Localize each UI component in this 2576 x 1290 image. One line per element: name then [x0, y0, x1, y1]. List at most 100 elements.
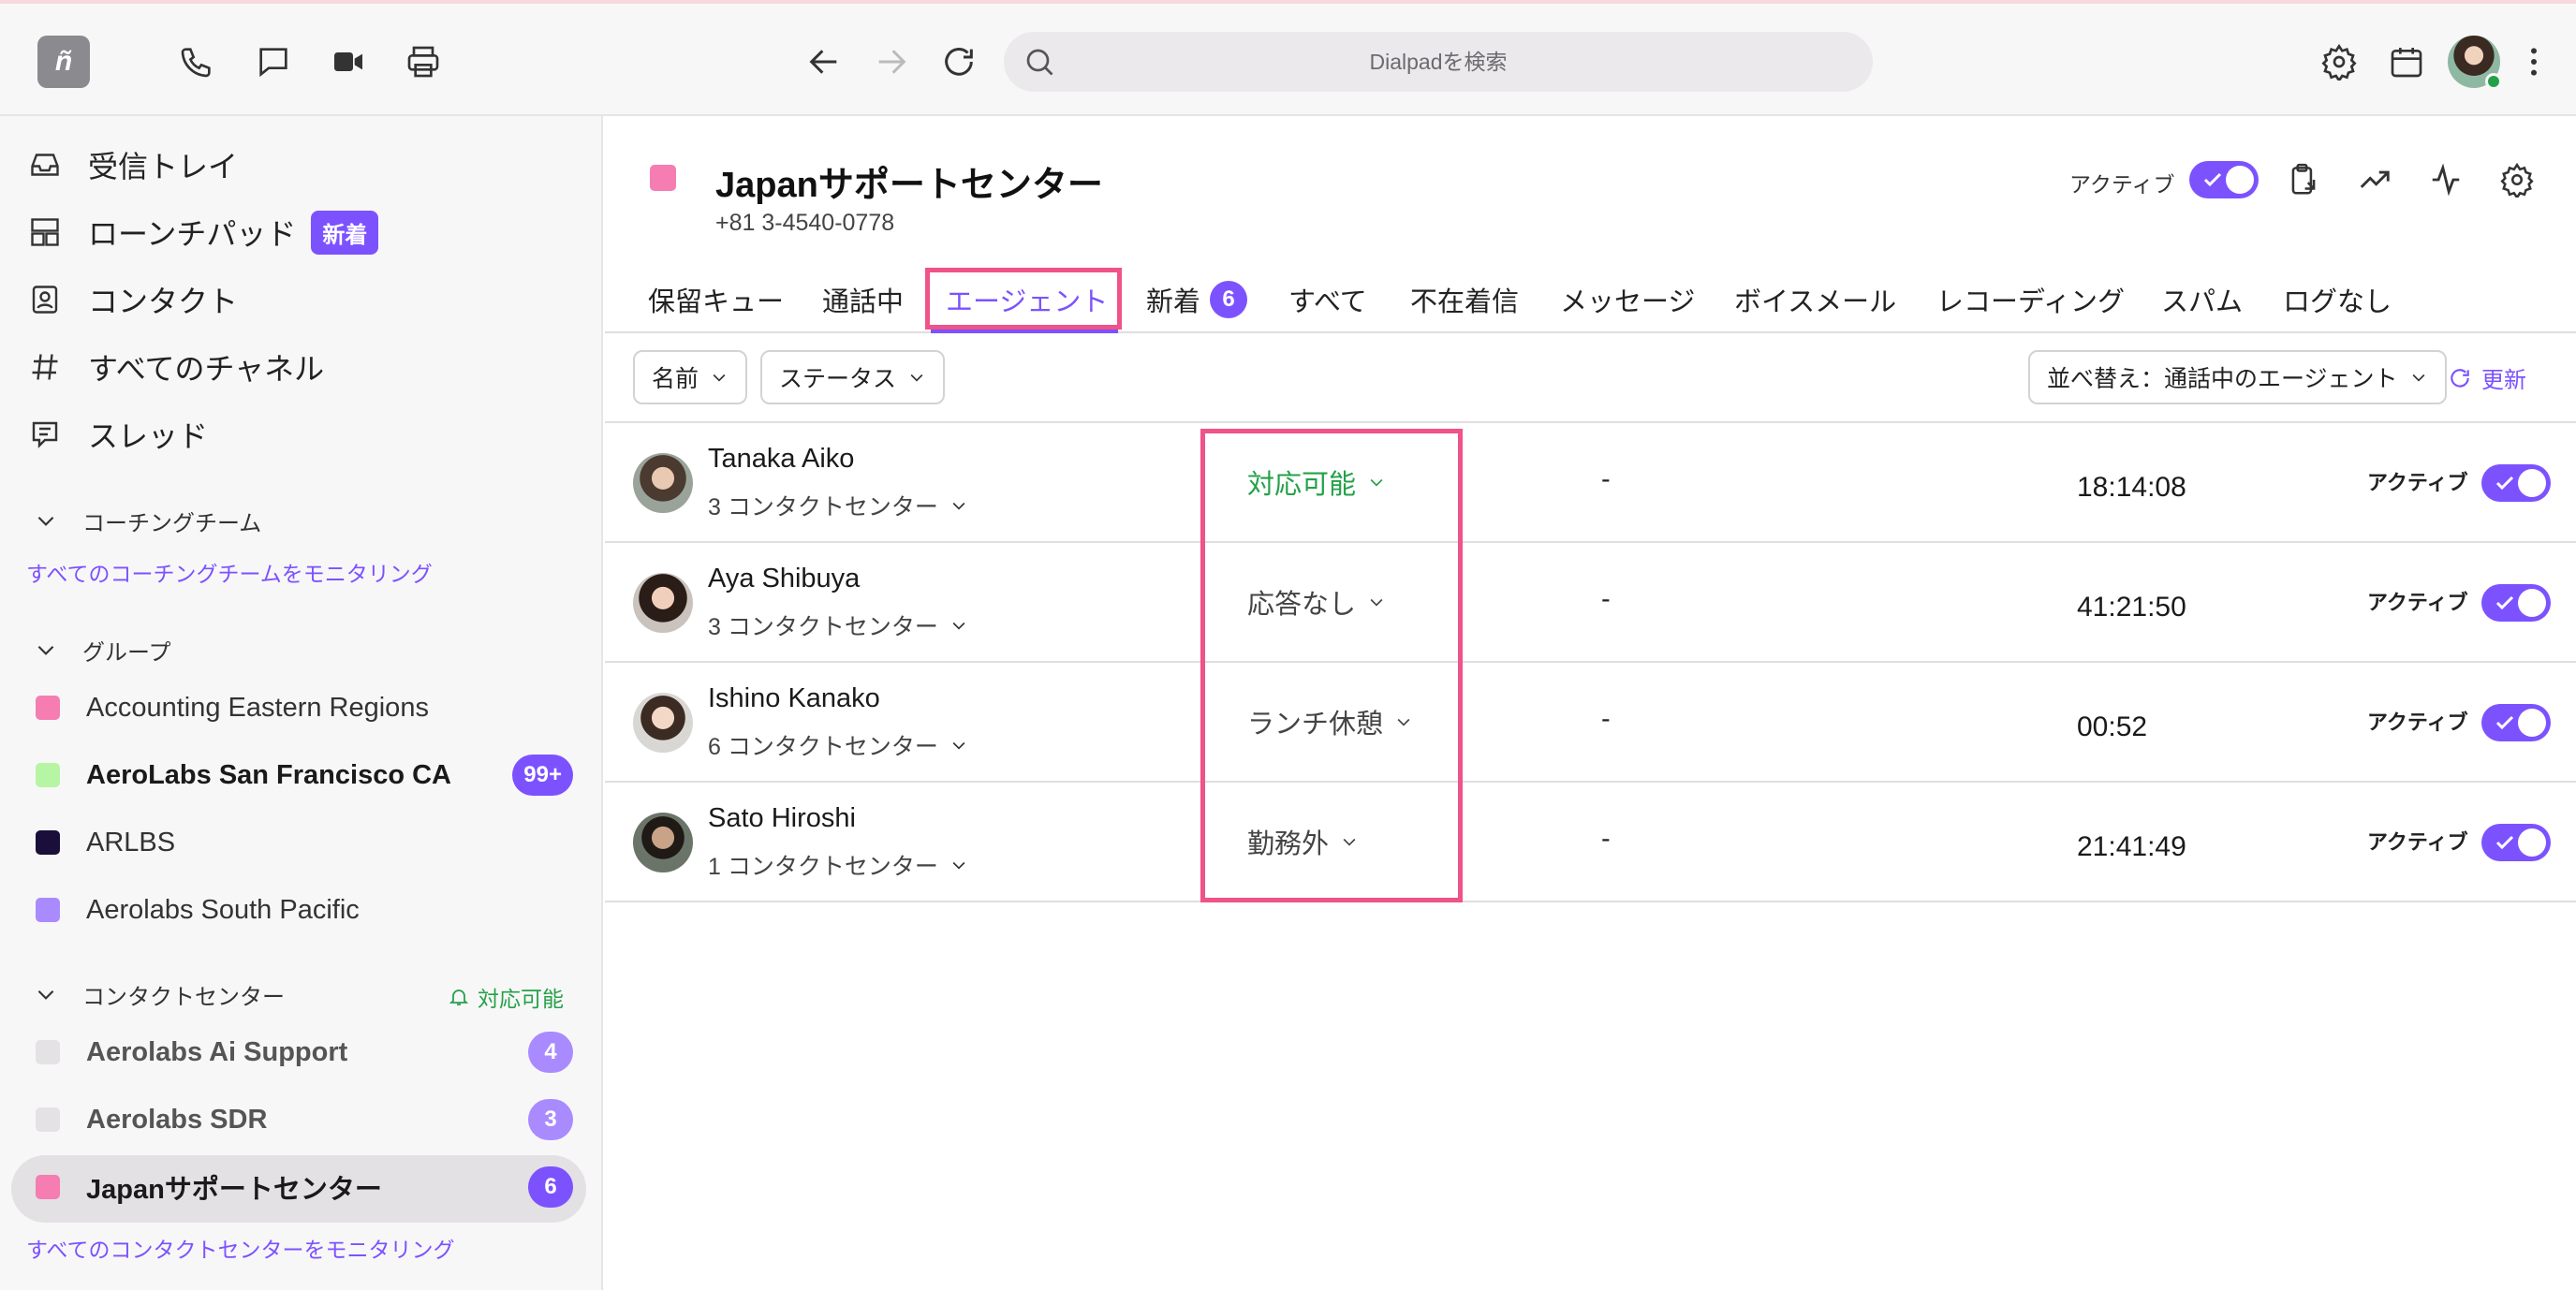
agent-active-label: アクティブ	[2367, 591, 2468, 614]
agent-avatar[interactable]	[633, 573, 693, 633]
message-icon[interactable]	[251, 39, 296, 84]
reload-icon[interactable]	[936, 39, 981, 84]
app-logo[interactable]: ñ	[37, 36, 90, 88]
video-icon[interactable]	[326, 39, 371, 84]
agent-avatar[interactable]	[633, 453, 693, 513]
online-status-dot	[2485, 73, 2502, 90]
contact-center-color-swatch	[650, 165, 676, 191]
agent-status-dropdown[interactable]: 勤務外	[1247, 822, 1359, 861]
sidebar-item-label: ローンチパッド	[88, 217, 297, 251]
user-avatar[interactable]	[2448, 36, 2502, 90]
more-menu-icon[interactable]	[2515, 39, 2553, 84]
settings-gear-icon[interactable]	[2495, 157, 2539, 202]
sidebar-item-label: スレッド	[88, 419, 209, 453]
agent-row[interactable]: Sato Hiroshi 1 コンタクトセンター 勤務外 - 21:41:49 …	[605, 783, 2576, 902]
tab-hold-queue[interactable]: 保留キュー	[648, 275, 784, 324]
chevron-down-icon	[952, 502, 965, 510]
agent-contact-centers-dropdown[interactable]: 3 コンタクトセンター	[708, 608, 968, 642]
main-panel: Japanサポートセンター +81 3-4540-0778 アクティブ 保留キュ…	[605, 116, 2576, 1290]
tab-recordings[interactable]: レコーディング	[1936, 275, 2125, 324]
contact-center-item-selected[interactable]: Japanサポートセンター 6	[36, 1161, 573, 1213]
agent-name: Ishino Kanako	[708, 683, 880, 713]
trending-up-icon[interactable]	[2352, 157, 2397, 202]
calendar-icon[interactable]	[2384, 39, 2429, 84]
chevron-down-icon	[37, 516, 54, 526]
contact-centers-section-header[interactable]: コンタクトセンター	[34, 975, 285, 1013]
tab-missed[interactable]: 不在着信	[1410, 275, 1519, 324]
tab-agents[interactable]: エージェント	[946, 275, 1108, 324]
contact-center-color-swatch	[36, 1175, 60, 1199]
agent-avatar[interactable]	[633, 693, 693, 753]
agent-contact-centers-dropdown[interactable]: 3 コンタクトセンター	[708, 489, 968, 522]
agent-status-dropdown[interactable]: 応答なし	[1247, 582, 1386, 622]
sidebar-item-threads[interactable]: スレッド	[28, 408, 208, 461]
tab-voicemail[interactable]: ボイスメール	[1734, 275, 1896, 324]
back-arrow-icon[interactable]	[802, 39, 846, 84]
sidebar-item-all-channels[interactable]: すべてのチャネル	[28, 341, 324, 393]
group-label: ARLBS	[86, 827, 176, 858]
sidebar-item-label: 受信トレイ	[88, 150, 239, 183]
group-item[interactable]: AeroLabs San Francisco CA 99+	[36, 749, 573, 801]
group-item[interactable]: Aerolabs South Pacific	[36, 884, 573, 936]
phone-icon[interactable]	[174, 39, 219, 84]
sidebar-item-launchpad[interactable]: ローンチパッド 新着	[28, 206, 379, 258]
tab-all[interactable]: すべて	[1288, 275, 1367, 324]
section-title: コーチングチーム	[82, 510, 262, 536]
agent-name: Tanaka Aiko	[708, 444, 855, 474]
agent-status-dropdown[interactable]: ランチ休憩	[1247, 702, 1413, 741]
monitor-contact-centers-link[interactable]: すべてのコンタクトセンターをモニタリング	[26, 1232, 454, 1264]
agent-name: Sato Hiroshi	[708, 803, 856, 833]
chevron-down-icon	[952, 861, 965, 870]
tab-on-call[interactable]: 通話中	[822, 275, 904, 324]
contact-center-color-swatch	[36, 1040, 60, 1064]
activity-pulse-icon[interactable]	[2423, 157, 2468, 202]
availability-status[interactable]: 対応可能	[448, 981, 564, 1013]
group-label: Aerolabs South Pacific	[86, 894, 360, 925]
agent-status-dropdown[interactable]: 対応可能	[1247, 462, 1386, 502]
tab-messages[interactable]: メッセージ	[1560, 275, 1695, 324]
sidebar-item-inbox[interactable]: 受信トレイ	[28, 139, 238, 191]
agent-row[interactable]: Ishino Kanako 6 コンタクトセンター ランチ休憩 - 00:52 …	[605, 663, 2576, 783]
tab-new[interactable]: 新着 6	[1146, 275, 1248, 324]
agent-active-toggle[interactable]	[2481, 704, 2551, 741]
chevron-down-icon	[952, 622, 965, 630]
inbox-icon	[31, 154, 59, 176]
agent-active-toggle[interactable]	[2481, 464, 2551, 502]
agent-avatar[interactable]	[633, 813, 693, 872]
group-item[interactable]: ARLBS	[36, 816, 573, 869]
contact-icon	[32, 286, 58, 314]
agent-calls-value: -	[1601, 584, 1611, 614]
agent-row[interactable]: Aya Shibuya 3 コンタクトセンター 応答なし - 41:21:50 …	[605, 543, 2576, 663]
agent-contact-centers-dropdown[interactable]: 1 コンタクトセンター	[708, 848, 968, 882]
search-bar[interactable]	[1004, 32, 1873, 92]
group-item[interactable]: Accounting Eastern Regions	[36, 682, 573, 734]
active-toggle[interactable]	[2189, 161, 2259, 198]
groups-section-header[interactable]: グループ	[34, 631, 171, 668]
refresh-button[interactable]: 更新	[2448, 361, 2526, 394]
contact-center-item[interactable]: Aerolabs SDR 3	[36, 1093, 573, 1146]
name-filter-dropdown[interactable]: 名前	[633, 350, 748, 404]
agent-active-toggle[interactable]	[2481, 824, 2551, 861]
sidebar-item-label: コンタクト	[88, 285, 239, 318]
forward-arrow-icon[interactable]	[869, 39, 914, 84]
monitor-coaching-link[interactable]: すべてのコーチングチームをモニタリング	[26, 556, 433, 588]
agent-calls-value: -	[1601, 464, 1611, 494]
status-filter-dropdown[interactable]: ステータス	[760, 350, 946, 404]
agent-active-toggle[interactable]	[2481, 584, 2551, 622]
settings-gear-icon[interactable]	[2317, 39, 2362, 84]
agent-row[interactable]: Tanaka Aiko 3 コンタクトセンター 対応可能 - 18:14:08 …	[605, 423, 2576, 543]
agent-calls-value: -	[1601, 704, 1611, 734]
tab-spam[interactable]: スパム	[2161, 275, 2243, 324]
chevron-down-icon	[952, 741, 965, 750]
contact-center-item[interactable]: Aerolabs Ai Support 4	[36, 1026, 573, 1078]
agent-contact-centers-dropdown[interactable]: 6 コンタクトセンター	[708, 728, 968, 762]
sort-dropdown[interactable]: 並べ替え：通話中のエージェント	[2028, 350, 2447, 404]
coaching-section-header[interactable]: コーチングチーム	[34, 502, 261, 539]
clipboard-icon[interactable]	[2281, 157, 2326, 202]
refresh-icon	[2451, 368, 2469, 388]
search-input[interactable]	[1060, 32, 1817, 92]
print-icon[interactable]	[401, 39, 446, 84]
sidebar-item-contacts[interactable]: コンタクト	[28, 273, 238, 326]
chevron-down-icon	[910, 374, 923, 382]
tab-unlogged[interactable]: ログなし	[2283, 275, 2392, 324]
